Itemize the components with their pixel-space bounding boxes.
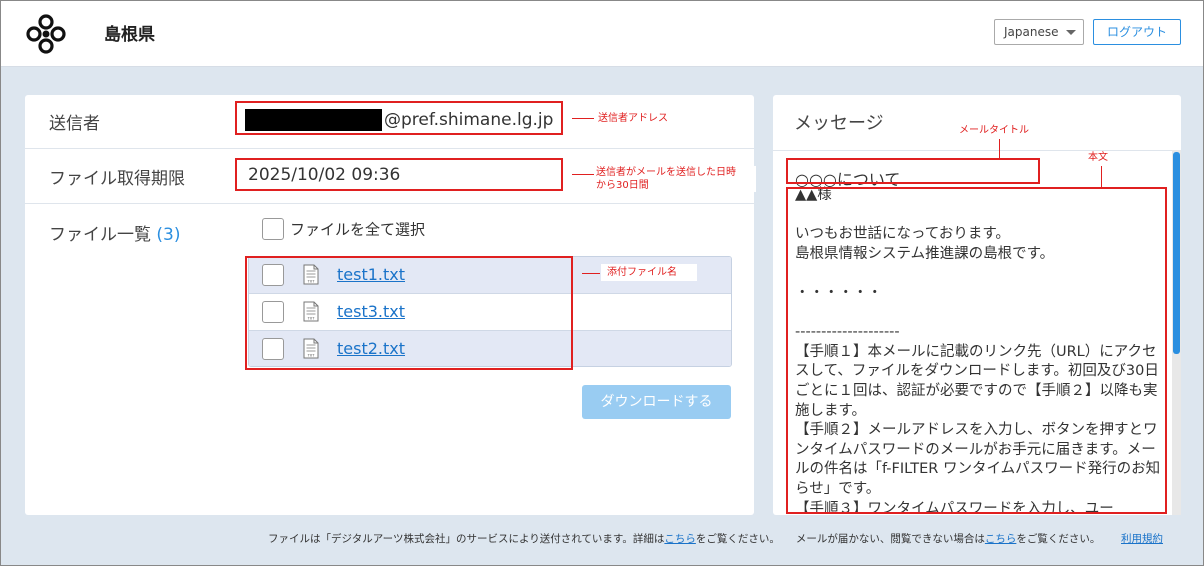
row-divider bbox=[25, 148, 754, 149]
annotation-leader bbox=[582, 273, 600, 274]
app-header: 島根県 Japanese ログアウト bbox=[0, 0, 1204, 67]
annotation-sender-address: 送信者アドレス bbox=[598, 112, 668, 125]
annotation-box-body bbox=[786, 187, 1167, 514]
footer-text: ファイルは「デジタルアーツ株式会社」のサービスにより送付されています。詳細は bbox=[268, 533, 665, 545]
expiry-label: ファイル取得期限 bbox=[49, 169, 185, 189]
annotation-expiry-line2: から30日間 bbox=[596, 180, 649, 191]
annotation-box-subject bbox=[786, 158, 1040, 184]
select-all-checkbox[interactable] bbox=[262, 218, 284, 240]
select-all-label: ファイルを全て選択 bbox=[290, 220, 426, 239]
file-list-title: ファイル一覧 bbox=[49, 225, 151, 245]
annotation-mail-title: メールタイトル bbox=[959, 124, 1029, 137]
annotation-attachment-name: 添付ファイル名 bbox=[601, 264, 697, 281]
message-header: メッセージ bbox=[794, 113, 884, 134]
shimane-emblem-logo bbox=[26, 14, 66, 54]
terms-of-use-link[interactable]: 利用規約 bbox=[1121, 531, 1163, 546]
details-link[interactable]: こちら bbox=[664, 533, 696, 545]
annotation-box-files bbox=[245, 256, 573, 370]
file-list-label: ファイル一覧 (3) bbox=[49, 220, 181, 245]
download-button[interactable]: ダウンロードする bbox=[582, 385, 731, 419]
help-link[interactable]: こちら bbox=[985, 533, 1017, 545]
language-select-value: Japanese bbox=[1004, 25, 1059, 39]
footer-text: をご覧ください。 bbox=[695, 533, 780, 545]
message-divider bbox=[773, 150, 1181, 151]
footer-notice: ファイルは「デジタルアーツ株式会社」のサービスにより送付されています。詳細はこち… bbox=[268, 531, 1100, 546]
language-select[interactable]: Japanese bbox=[994, 19, 1084, 45]
organization-name: 島根県 bbox=[104, 25, 155, 45]
logout-button[interactable]: ログアウト bbox=[1093, 19, 1181, 45]
annotation-leader bbox=[999, 139, 1000, 159]
message-scrollbar-thumb[interactable] bbox=[1173, 152, 1180, 354]
annotation-box-expiry bbox=[235, 158, 563, 191]
select-all-files[interactable]: ファイルを全て選択 bbox=[262, 218, 425, 242]
annotation-leader bbox=[572, 118, 594, 119]
annotation-leader bbox=[1101, 166, 1102, 188]
file-count: (3) bbox=[156, 225, 181, 245]
footer-text: をご覧ください。 bbox=[1016, 533, 1101, 545]
annotation-expiry-note: 送信者がメールを送信した日時 から30日間 bbox=[596, 166, 756, 192]
annotation-body: 本文 bbox=[1088, 151, 1108, 164]
chevron-down-icon bbox=[1066, 30, 1076, 35]
annotation-leader bbox=[572, 174, 594, 175]
footer-text: メールが届かない、閲覧できない場合は bbox=[795, 533, 985, 545]
row-divider bbox=[25, 203, 754, 204]
annotation-box-sender bbox=[235, 101, 563, 135]
sender-label: 送信者 bbox=[49, 114, 100, 134]
annotation-expiry-line1: 送信者がメールを送信した日時 bbox=[596, 167, 736, 178]
